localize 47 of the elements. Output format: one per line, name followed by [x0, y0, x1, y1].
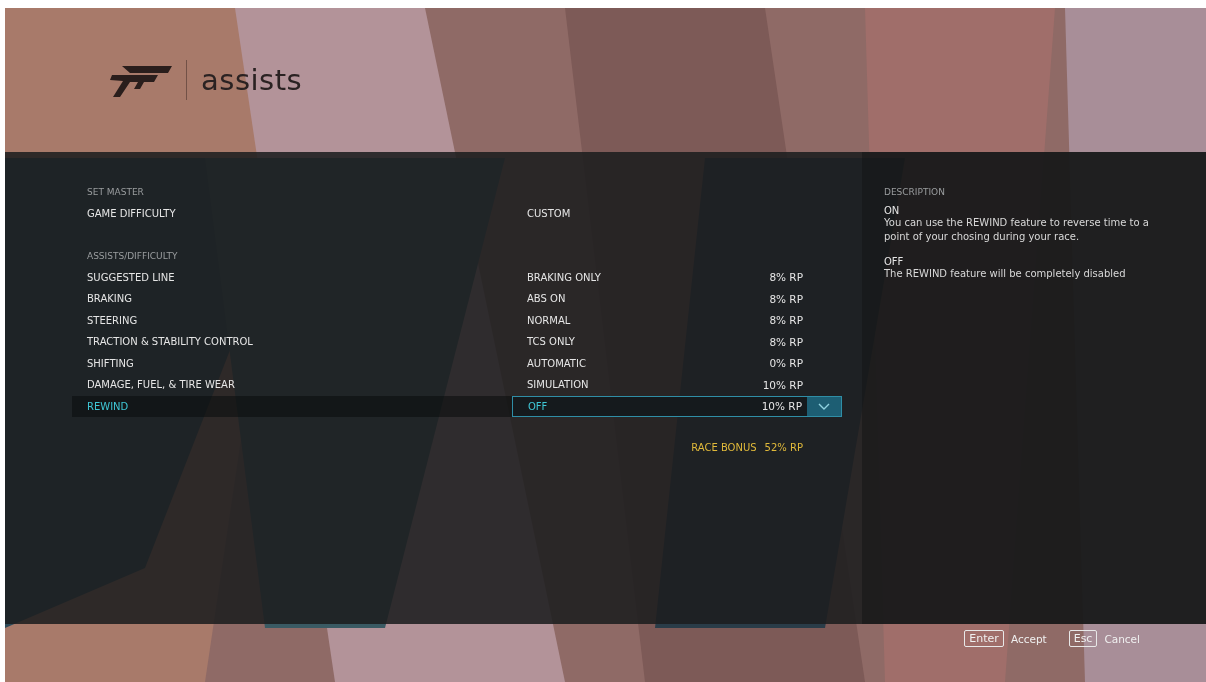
- option-description: You can use the REWIND feature to reverse time to a point of your chosing during your race.: [884, 216, 1150, 244]
- setting-label: BRAKING: [86, 293, 133, 305]
- setting-label: DAMAGE, FUEL, & TIRE WEAR: [86, 379, 236, 391]
- chevron-down-icon[interactable]: [818, 402, 830, 410]
- race-bonus-value: 52% RP: [764, 442, 803, 453]
- setting-row[interactable]: TRACTION & STABILITY CONTROL TCS ONLY 8% RP: [72, 331, 842, 353]
- action-label: Cancel: [1104, 632, 1140, 645]
- setting-value: ABS ON: [526, 293, 567, 305]
- bonus-value: 10% RP: [760, 400, 803, 413]
- bonus-value: 8% RP: [768, 292, 804, 305]
- setting-label: GAME DIFFICULTY: [86, 208, 177, 220]
- race-bonus-label: RACE BONUS: [691, 442, 757, 453]
- option-title: ON: [884, 205, 901, 216]
- description-heading: DESCRIPTION: [884, 186, 946, 199]
- bonus-value: 10% RP: [761, 378, 804, 391]
- setting-label: SUGGESTED LINE: [86, 271, 176, 283]
- setting-row[interactable]: SHIFTING AUTOMATIC 0% RP: [72, 352, 842, 374]
- setting-label: REWIND: [86, 400, 130, 412]
- setting-value: SIMULATION: [526, 379, 590, 391]
- setting-label: STEERING: [86, 314, 139, 326]
- bonus-value: 8% RP: [768, 314, 804, 327]
- bonus-value: 8% RP: [768, 271, 804, 284]
- option-title: OFF: [884, 256, 905, 267]
- setting-row[interactable]: BRAKING ABS ON 8% RP: [72, 288, 842, 310]
- section-heading: ASSISTS/DIFFICULTY: [86, 249, 179, 263]
- setting-row[interactable]: GAME DIFFICULTY CUSTOM: [72, 203, 842, 225]
- action-label: Accept: [1010, 632, 1047, 645]
- key-button[interactable]: Esc: [1068, 630, 1098, 647]
- setting-row[interactable]: DAMAGE, FUEL, & TIRE WEAR SIMULATION 10% RP: [72, 374, 842, 396]
- logo-icon: [110, 63, 172, 97]
- setting-value: AUTOMATIC: [526, 357, 587, 369]
- setting-value: BRAKING ONLY: [526, 271, 602, 283]
- setting-value: OFF: [527, 400, 549, 412]
- setting-row[interactable]: REWIND OFF 10% RP: [72, 395, 842, 417]
- bonus-value: 8% RP: [768, 335, 804, 348]
- setting-value: CUSTOM: [526, 208, 572, 220]
- setting-value: TCS ONLY: [526, 336, 576, 348]
- option-description: The REWIND feature will be completely disabled: [884, 267, 1127, 281]
- setting-label: TRACTION & STABILITY CONTROL: [86, 336, 254, 348]
- setting-row[interactable]: STEERING NORMAL 8% RP: [72, 309, 842, 331]
- section-heading: SET MASTER: [86, 186, 145, 199]
- setting-value: NORMAL: [526, 314, 572, 326]
- key-button[interactable]: Enter: [964, 630, 1004, 647]
- setting-label: SHIFTING: [86, 357, 135, 369]
- setting-row[interactable]: SUGGESTED LINE BRAKING ONLY 8% RP: [72, 266, 842, 288]
- bonus-value: 0% RP: [768, 357, 804, 370]
- page-title: assists: [201, 63, 303, 97]
